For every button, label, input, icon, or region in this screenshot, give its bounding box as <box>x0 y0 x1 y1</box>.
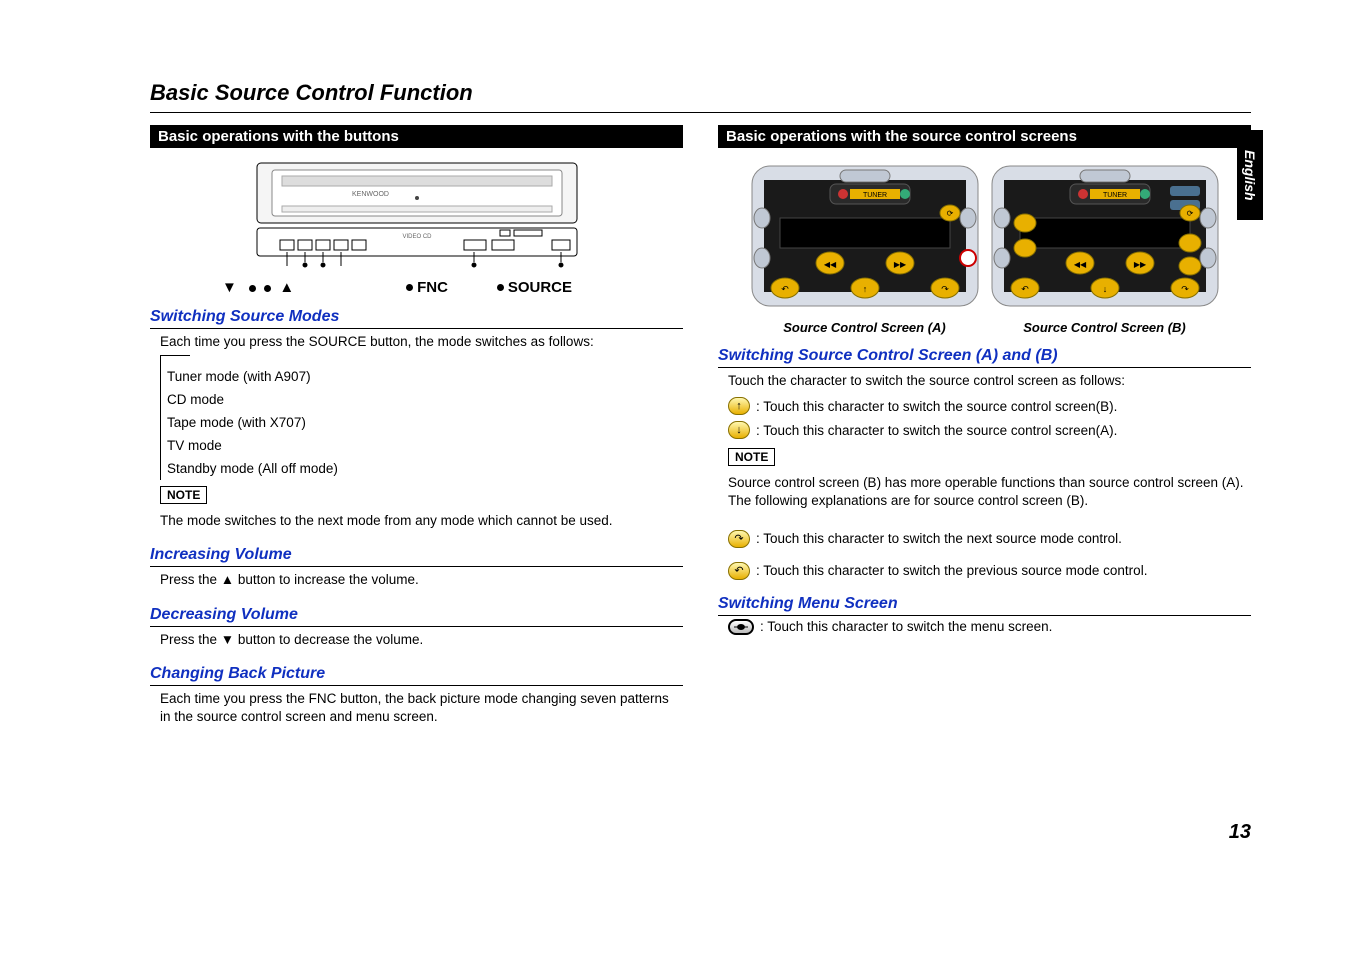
main-title: Basic Source Control Function <box>150 80 1251 106</box>
button-legend: ▼ ▲ FNC SOURCE <box>150 279 683 296</box>
right-bar-heading: Basic operations with the source control… <box>718 125 1251 148</box>
increasing-volume-text: Press the ▲ button to increase the volum… <box>150 567 683 593</box>
decreasing-volume-title: Decreasing Volume <box>150 606 683 627</box>
mode-item: TV mode <box>161 434 683 457</box>
svg-text:⟳: ⟳ <box>1186 209 1193 218</box>
arrow-up-icon: ↑ <box>728 397 750 415</box>
mode-item: Tape mode (with X707) <box>161 411 683 434</box>
svg-text:◀◀: ◀◀ <box>1073 260 1086 269</box>
svg-text:↷: ↷ <box>1181 284 1189 294</box>
note-text-right: Source control screen (B) has more opera… <box>718 470 1251 514</box>
svg-text:▶▶: ▶▶ <box>893 260 906 269</box>
svg-text:⟳: ⟳ <box>946 209 953 218</box>
svg-text:▶▶: ▶▶ <box>1133 260 1146 269</box>
modes-list: Tuner mode (with A907) CD mode Tape mode… <box>160 355 683 480</box>
screen-a-caption: Source Control Screen (A) <box>750 320 980 335</box>
svg-text:↷: ↷ <box>941 284 949 294</box>
changing-back-picture-text: Each time you press the FNC button, the … <box>150 686 683 730</box>
svg-text:KENWOOD: KENWOOD <box>352 191 389 198</box>
legend-source-label: SOURCE <box>508 279 572 296</box>
mode-item: Standby mode (All off mode) <box>161 457 683 480</box>
legend-fnc: FNC <box>377 279 477 296</box>
source-screen-b-illustration: TUNER ⟳ ◀◀ ▶▶ ↶ ↓ ↷ <box>990 158 1220 313</box>
device-illustration: KENWOOD VIDEO CD <box>150 158 683 278</box>
switch-to-b-text: : Touch this character to switch the sou… <box>756 399 1117 414</box>
language-tab: English <box>1237 130 1263 220</box>
switch-to-a-text: : Touch this character to switch the sou… <box>756 423 1117 438</box>
changing-back-picture-title: Changing Back Picture <box>150 665 683 686</box>
mode-item: Tuner mode (with A907) <box>161 365 683 388</box>
switching-source-modes-title: Switching Source Modes <box>150 308 683 329</box>
svg-text:VIDEO CD: VIDEO CD <box>402 234 432 240</box>
arrow-down-icon: ↓ <box>728 421 750 439</box>
left-bar-heading: Basic operations with the buttons <box>150 125 683 148</box>
source-screen-a-illustration: TUNER ⟳ ◀◀ ▶▶ ↶ ↑ ↷ <box>750 158 980 313</box>
screen-b-caption: Source Control Screen (B) <box>990 320 1220 335</box>
legend-source: SOURCE <box>477 279 572 296</box>
svg-text:◀◀: ◀◀ <box>823 260 836 269</box>
switching-source-modes-intro: Each time you press the SOURCE button, t… <box>150 329 683 355</box>
svg-text:↑: ↑ <box>862 284 867 294</box>
main-rule <box>150 112 1251 113</box>
switch-menu-text: : Touch this character to switch the men… <box>760 619 1052 634</box>
note-label: NOTE <box>160 486 207 504</box>
svg-text:TUNER: TUNER <box>1102 192 1126 199</box>
increasing-volume-title: Increasing Volume <box>150 546 683 567</box>
page-number: 13 <box>1229 821 1251 844</box>
next-source-text: : Touch this character to switch the nex… <box>756 531 1122 546</box>
legend-triangles: ▼ ▲ <box>222 279 322 296</box>
switching-ab-title: Switching Source Control Screen (A) and … <box>718 347 1251 368</box>
legend-fnc-label: FNC <box>417 279 448 296</box>
prev-source-text: : Touch this character to switch the pre… <box>756 563 1147 578</box>
menu-eye-icon <box>728 619 754 635</box>
svg-text:↶: ↶ <box>781 284 789 294</box>
note-text: The mode switches to the next mode from … <box>150 508 683 534</box>
switching-ab-intro: Touch the character to switch the source… <box>718 368 1251 394</box>
arrow-next-icon: ↷ <box>728 530 750 548</box>
mode-item: CD mode <box>161 388 683 411</box>
arrow-prev-icon: ↶ <box>728 562 750 580</box>
svg-text:↶: ↶ <box>1021 284 1029 294</box>
svg-text:↓: ↓ <box>1102 284 1107 294</box>
svg-text:TUNER: TUNER <box>862 192 886 199</box>
note-label-right: NOTE <box>728 448 775 466</box>
decreasing-volume-text: Press the ▼ button to decrease the volum… <box>150 627 683 653</box>
switching-menu-title: Switching Menu Screen <box>718 595 1251 616</box>
